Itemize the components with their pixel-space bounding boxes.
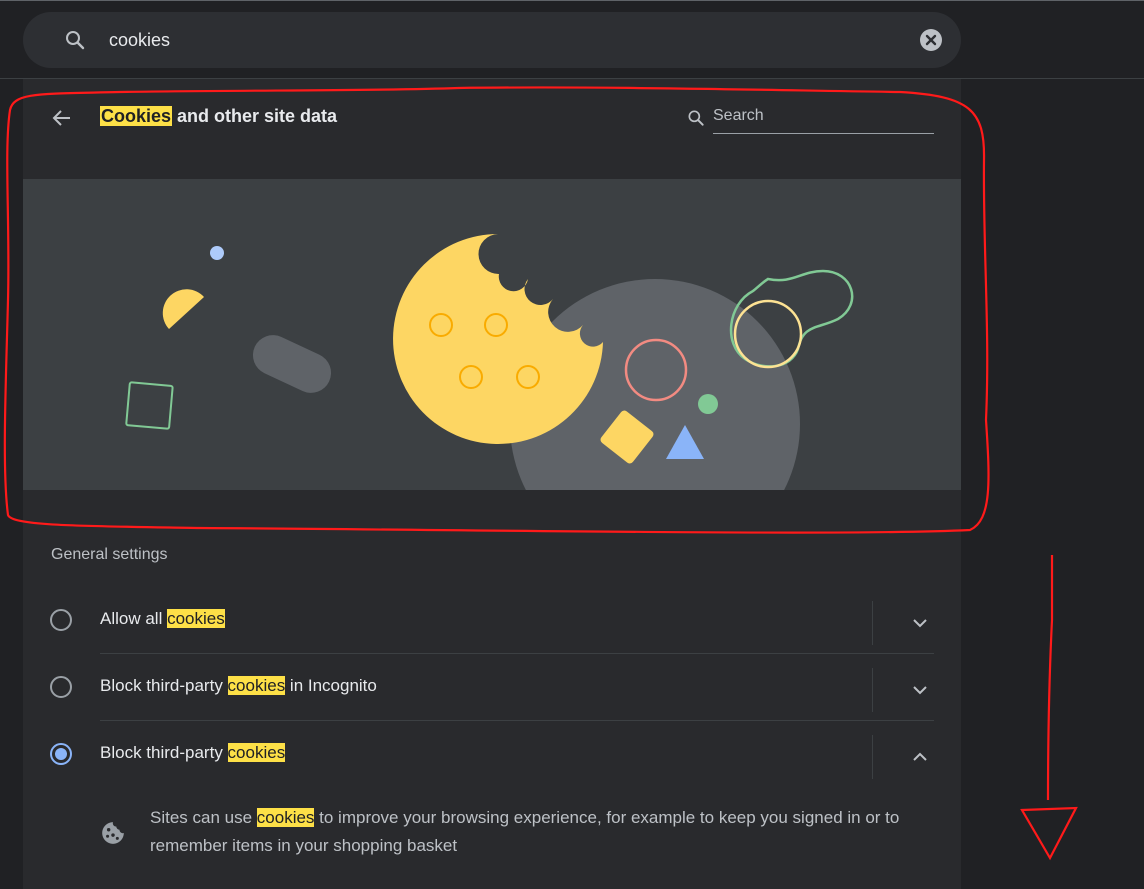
back-arrow-icon[interactable] bbox=[50, 106, 74, 130]
title-rest: and other site data bbox=[172, 106, 338, 126]
radio-button-selected[interactable] bbox=[50, 743, 72, 765]
green-square bbox=[125, 381, 174, 430]
search-input[interactable]: cookies bbox=[109, 30, 170, 51]
description-text: Sites can use cookies to improve your br… bbox=[150, 804, 930, 860]
search-icon bbox=[66, 31, 85, 50]
blue-dot bbox=[210, 246, 224, 260]
chevron-down-icon[interactable] bbox=[908, 611, 932, 635]
radio-button[interactable] bbox=[50, 676, 72, 698]
section-title: General settings bbox=[51, 546, 168, 563]
subpage-search-input[interactable]: Search bbox=[713, 107, 764, 125]
option-label-suffix: in Incognito bbox=[285, 676, 377, 695]
divider bbox=[872, 601, 873, 645]
yellow-half-circle bbox=[162, 289, 204, 329]
chevron-up-icon[interactable] bbox=[908, 745, 932, 769]
title-highlight: Cookies bbox=[100, 106, 173, 126]
page-title: Cookies and other site data bbox=[100, 106, 337, 127]
option-label[interactable]: Block third-party cookies in Incognito bbox=[100, 676, 377, 696]
description-highlight: cookies bbox=[256, 808, 315, 827]
divider bbox=[872, 735, 873, 779]
cookie-icon bbox=[102, 822, 124, 844]
search-icon bbox=[688, 110, 704, 126]
option-label[interactable]: Allow all cookies bbox=[100, 609, 225, 629]
option-label-text: Allow all bbox=[100, 609, 168, 628]
radio-button[interactable] bbox=[50, 609, 72, 631]
option-label-text: Block third-party bbox=[100, 676, 228, 695]
option-block-incognito[interactable]: Block third-party cookies in Incognito bbox=[23, 654, 961, 721]
red-arrow-shaft bbox=[1046, 555, 1054, 801]
cookie-shape bbox=[393, 234, 603, 444]
illustration-svg bbox=[125, 234, 854, 490]
subpage-search[interactable]: Search bbox=[686, 106, 934, 136]
option-label[interactable]: Block third-party cookies bbox=[100, 743, 286, 763]
option-label-highlight: cookies bbox=[227, 743, 286, 762]
divider bbox=[872, 668, 873, 712]
grey-pill bbox=[252, 335, 332, 393]
green-dot bbox=[698, 394, 718, 414]
clear-icon[interactable] bbox=[919, 28, 943, 52]
cookies-illustration bbox=[23, 179, 961, 490]
top-border bbox=[0, 0, 1144, 1]
option-label-highlight: cookies bbox=[167, 609, 225, 628]
option-label-text: Block third-party bbox=[100, 743, 228, 762]
search-underline bbox=[713, 133, 934, 134]
chevron-down-icon[interactable] bbox=[908, 678, 932, 702]
description-pre: Sites can use bbox=[150, 808, 257, 827]
option-label-highlight: cookies bbox=[227, 676, 286, 695]
option-block-third-party[interactable]: Block third-party cookies bbox=[23, 721, 961, 788]
option-allow-all[interactable]: Allow all cookies bbox=[23, 587, 961, 654]
red-arrow-head bbox=[1020, 806, 1078, 861]
settings-search-box[interactable]: cookies bbox=[23, 12, 961, 68]
top-search-bar: cookies bbox=[0, 0, 1144, 79]
